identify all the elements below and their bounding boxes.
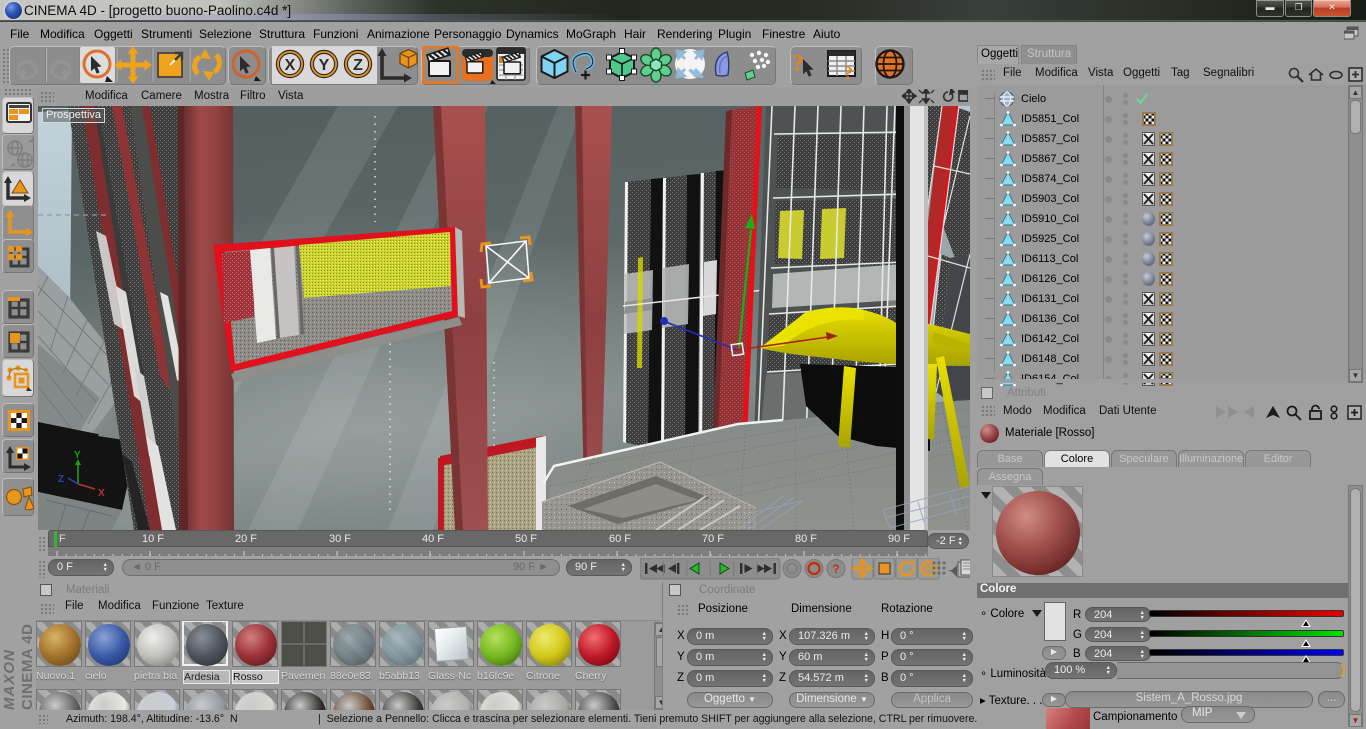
svg-text:P: P <box>925 564 932 576</box>
svg-text:Z: Z <box>58 474 64 485</box>
svg-text:X: X <box>98 488 105 499</box>
svg-text:?: ? <box>832 562 839 576</box>
svg-text:?: ? <box>792 51 804 77</box>
svg-text:Z: Z <box>353 57 363 74</box>
svg-text:Y: Y <box>319 57 330 74</box>
svg-text:Y: Y <box>74 450 81 461</box>
svg-text:?: ? <box>844 63 853 83</box>
svg-text:X: X <box>285 57 296 74</box>
